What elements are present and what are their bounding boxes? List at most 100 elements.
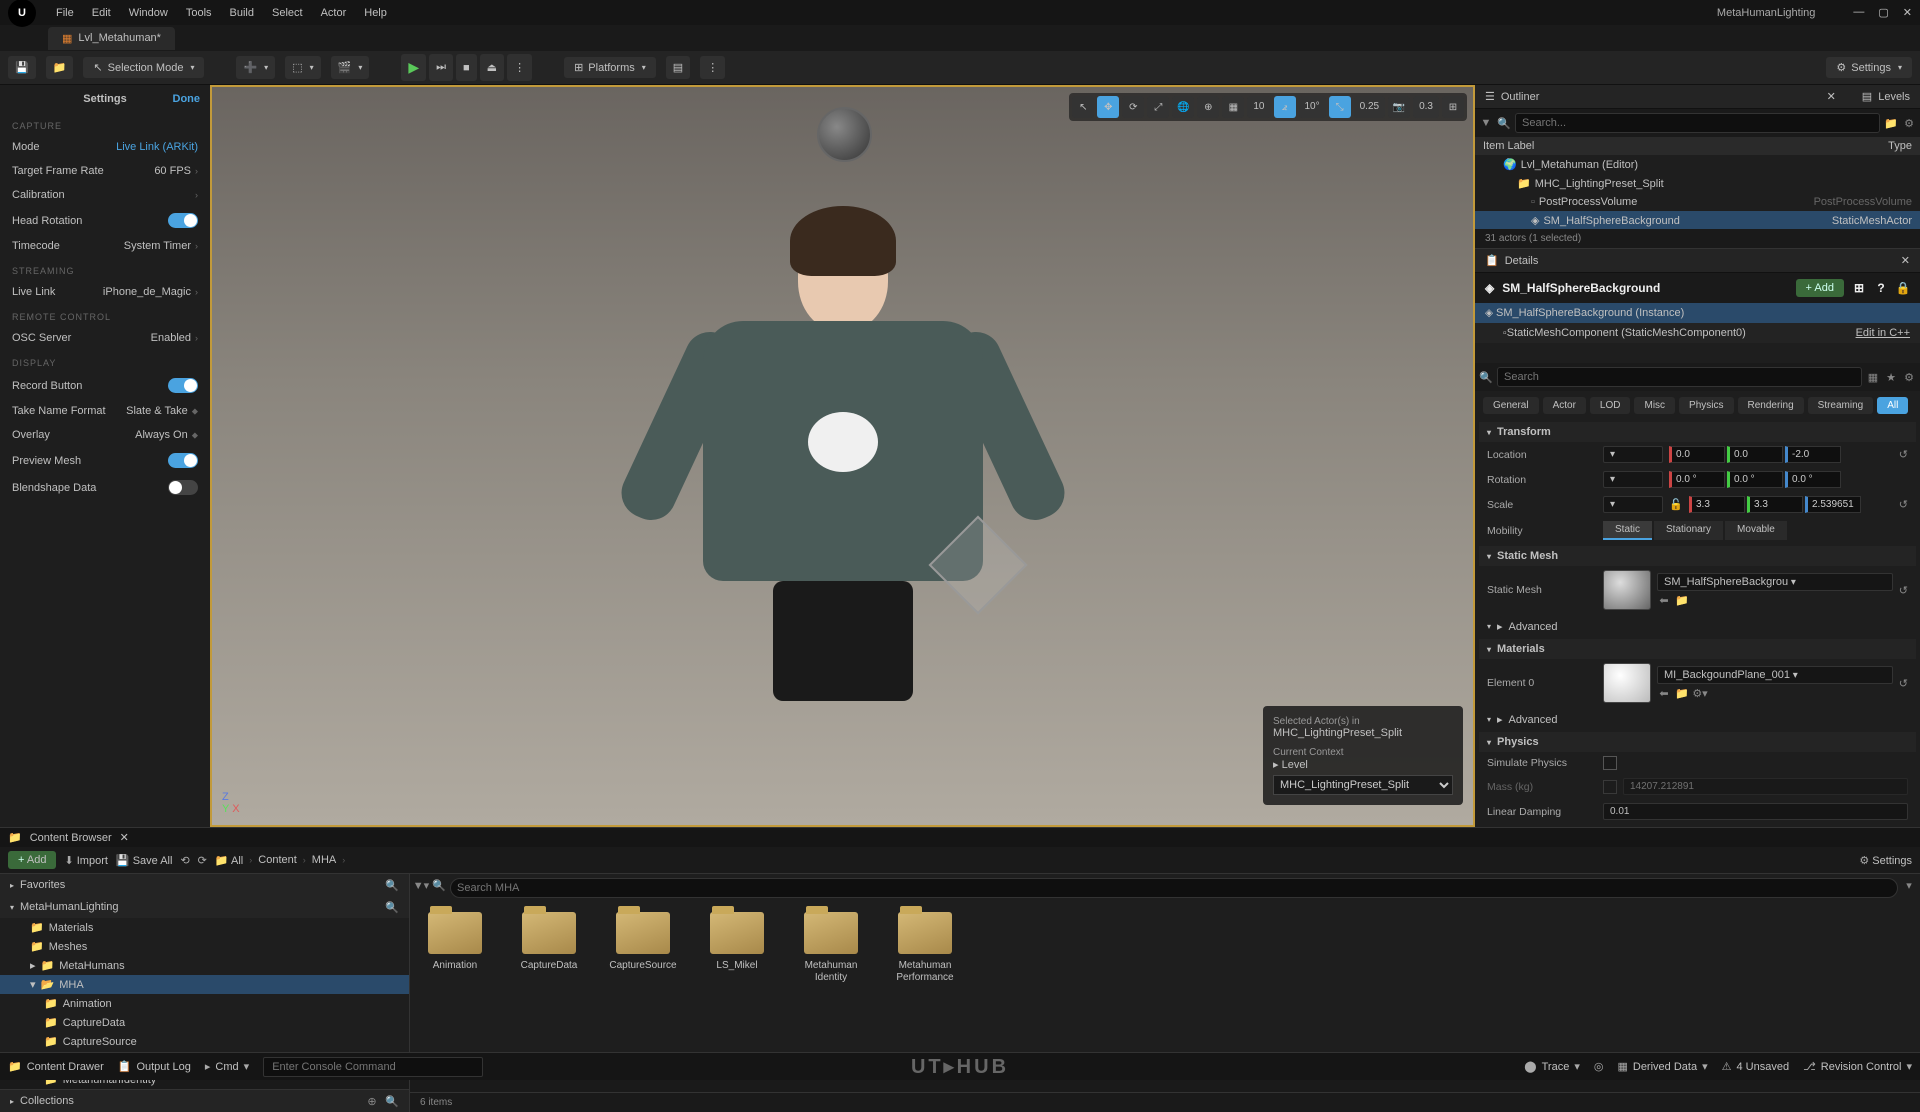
calibration-arrow[interactable]: › <box>195 190 198 200</box>
content-browser-close[interactable]: ✕ <box>120 831 129 844</box>
new-folder-icon[interactable]: 📁 <box>1884 116 1898 130</box>
materials-section[interactable]: Materials <box>1479 639 1916 659</box>
cat-misc[interactable]: Misc <box>1634 397 1675 414</box>
context-select[interactable]: MHC_LightingPreset_Split <box>1273 775 1453 795</box>
project-section[interactable]: MetaHumanLighting🔍 <box>0 896 409 918</box>
blueprint-icon[interactable]: ⊞ <box>1852 281 1866 295</box>
cat-streaming[interactable]: Streaming <box>1808 397 1874 414</box>
maximize-icon[interactable]: ▢ <box>1878 6 1888 19</box>
material-thumbnail[interactable] <box>1603 663 1651 703</box>
tree-mha[interactable]: ▾ 📂MHA <box>0 975 409 994</box>
level-tab[interactable]: ▦ Lvl_Metahuman* <box>48 27 175 50</box>
details-tab[interactable]: 📋 Details ✕ <box>1475 249 1920 273</box>
translate-tool[interactable]: ✥ <box>1097 96 1119 118</box>
grid-snap-toggle[interactable]: ▦ <box>1222 96 1244 118</box>
use-material-icon[interactable]: ⬅ <box>1657 687 1671 701</box>
folder-item[interactable]: MetahumanIdentity <box>796 912 866 984</box>
mobility-movable[interactable]: Movable <box>1725 521 1787 540</box>
add-content-button[interactable]: ➕▾ <box>236 56 275 79</box>
menu-edit[interactable]: Edit <box>92 7 111 19</box>
outliner-tab[interactable]: ☰ Outliner ✕ ▤ Levels <box>1475 85 1920 109</box>
add-collection-icon[interactable]: ⊕ <box>365 1094 379 1108</box>
select-tool[interactable]: ↖ <box>1072 96 1094 118</box>
component-mesh[interactable]: ▫ StaticMeshComponent (StaticMeshCompone… <box>1475 323 1920 343</box>
tree-animation[interactable]: 📁Animation <box>0 994 409 1013</box>
browse-material-icon[interactable]: 📁 <box>1675 687 1689 701</box>
outliner-row-ppv[interactable]: ▫ PostProcessVolumePostProcessVolume <box>1475 193 1920 211</box>
staticmesh-section[interactable]: Static Mesh <box>1479 546 1916 566</box>
folder-item[interactable]: MetahumanPerformance <box>890 912 960 984</box>
col-item-label[interactable]: Item Label <box>1483 140 1888 152</box>
location-dropdown[interactable]: ▾ <box>1603 446 1663 463</box>
trace-button[interactable]: ⬤ Trace ▾ <box>1524 1060 1580 1073</box>
search-collection-icon[interactable]: 🔍 <box>385 1094 399 1108</box>
tree-materials[interactable]: 📁Materials <box>0 918 409 937</box>
staticmesh-asset[interactable]: SM_HalfSphereBackgrou ▾ <box>1657 573 1893 591</box>
livelink-value[interactable]: iPhone_de_Magic› <box>103 286 198 298</box>
world-space-toggle[interactable]: 🌐 <box>1172 96 1194 118</box>
cat-all[interactable]: All <box>1877 397 1908 414</box>
browse-button[interactable]: 📁 <box>46 56 74 79</box>
viewport-maximize[interactable]: ⊞ <box>1442 96 1464 118</box>
details-search[interactable] <box>1497 367 1862 387</box>
material-settings-icon[interactable]: ⚙▾ <box>1693 687 1707 701</box>
staticmesh-reset[interactable]: ↺ <box>1899 584 1908 597</box>
console-input[interactable] <box>263 1057 483 1077</box>
rotation-dropdown[interactable]: ▾ <box>1603 471 1663 488</box>
advanced-section-1[interactable]: ▸ Advanced <box>1479 616 1916 637</box>
scale-x[interactable] <box>1689 496 1745 513</box>
cat-general[interactable]: General <box>1483 397 1539 414</box>
minimize-icon[interactable]: — <box>1853 6 1864 19</box>
selection-mode-button[interactable]: ↖ Selection Mode ▾ <box>83 57 204 78</box>
platforms-button[interactable]: ⊞ Platforms ▾ <box>564 57 656 78</box>
rotation-y[interactable] <box>1727 471 1783 488</box>
details-close[interactable]: ✕ <box>1901 254 1910 267</box>
stop-button[interactable]: ■ <box>456 54 477 81</box>
rotate-tool[interactable]: ⟳ <box>1122 96 1144 118</box>
mode-value[interactable]: Live Link (ARKit) <box>116 141 198 153</box>
folder-item[interactable]: LS_Mikel <box>702 912 772 972</box>
folder-item[interactable]: CaptureData <box>514 912 584 972</box>
asset-search-dropdown[interactable]: ▾ <box>1902 878 1916 892</box>
add-component-button[interactable]: + Add <box>1796 279 1844 297</box>
save-button[interactable]: 💾 <box>8 56 36 79</box>
preview-mesh-toggle[interactable] <box>168 453 198 468</box>
blendshape-toggle[interactable] <box>168 480 198 495</box>
browse-asset-icon[interactable]: 📁 <box>1675 594 1689 608</box>
location-y[interactable] <box>1727 446 1783 463</box>
close-icon[interactable]: ✕ <box>1903 6 1912 19</box>
search-fav-icon[interactable]: 🔍 <box>385 878 399 892</box>
menu-actor[interactable]: Actor <box>321 7 347 19</box>
cat-rendering[interactable]: Rendering <box>1738 397 1804 414</box>
location-x[interactable] <box>1669 446 1725 463</box>
more-button[interactable]: ⋮ <box>700 56 725 79</box>
scale-y[interactable] <box>1747 496 1803 513</box>
scale-reset[interactable]: ↺ <box>1899 498 1908 511</box>
sequencer-button[interactable]: ▤ <box>666 56 690 79</box>
take-name-value[interactable]: Slate & Take⬥ <box>126 405 198 417</box>
content-drawer-button[interactable]: 📁 Content Drawer <box>8 1060 104 1073</box>
target-framerate-value[interactable]: 60 FPS› <box>154 165 198 177</box>
linear-damping-value[interactable] <box>1603 803 1908 820</box>
tree-capturedata[interactable]: 📁CaptureData <box>0 1013 409 1032</box>
surface-snap-toggle[interactable]: ⊕ <box>1197 96 1219 118</box>
location-z[interactable] <box>1785 446 1841 463</box>
outliner-row-level[interactable]: 🌍 Lvl_Metahuman (Editor) <box>1475 155 1920 174</box>
cat-lod[interactable]: LOD <box>1590 397 1631 414</box>
folder-item[interactable]: Animation <box>420 912 490 972</box>
rotation-z[interactable] <box>1785 471 1841 488</box>
history-back[interactable]: ⟲ <box>180 854 189 867</box>
levels-title[interactable]: Levels <box>1878 91 1910 103</box>
cat-actor[interactable]: Actor <box>1543 397 1586 414</box>
marketplace-button[interactable]: ⬚▾ <box>285 56 320 79</box>
scale-z[interactable] <box>1805 496 1861 513</box>
menu-select[interactable]: Select <box>272 7 303 19</box>
settings-button[interactable]: ⚙ Settings ▾ <box>1826 57 1912 78</box>
outliner-row-preset[interactable]: 📁 MHC_LightingPreset_Split <box>1475 174 1920 193</box>
component-root[interactable]: ◈ SM_HalfSphereBackground (Instance) <box>1475 303 1920 323</box>
save-all-button[interactable]: 💾 Save All <box>116 854 173 867</box>
cb-add-button[interactable]: + Add <box>8 851 56 869</box>
play-options-button[interactable]: ⋮ <box>507 54 532 81</box>
skip-button[interactable]: ⏭ <box>429 54 453 81</box>
record-button-toggle[interactable] <box>168 378 198 393</box>
